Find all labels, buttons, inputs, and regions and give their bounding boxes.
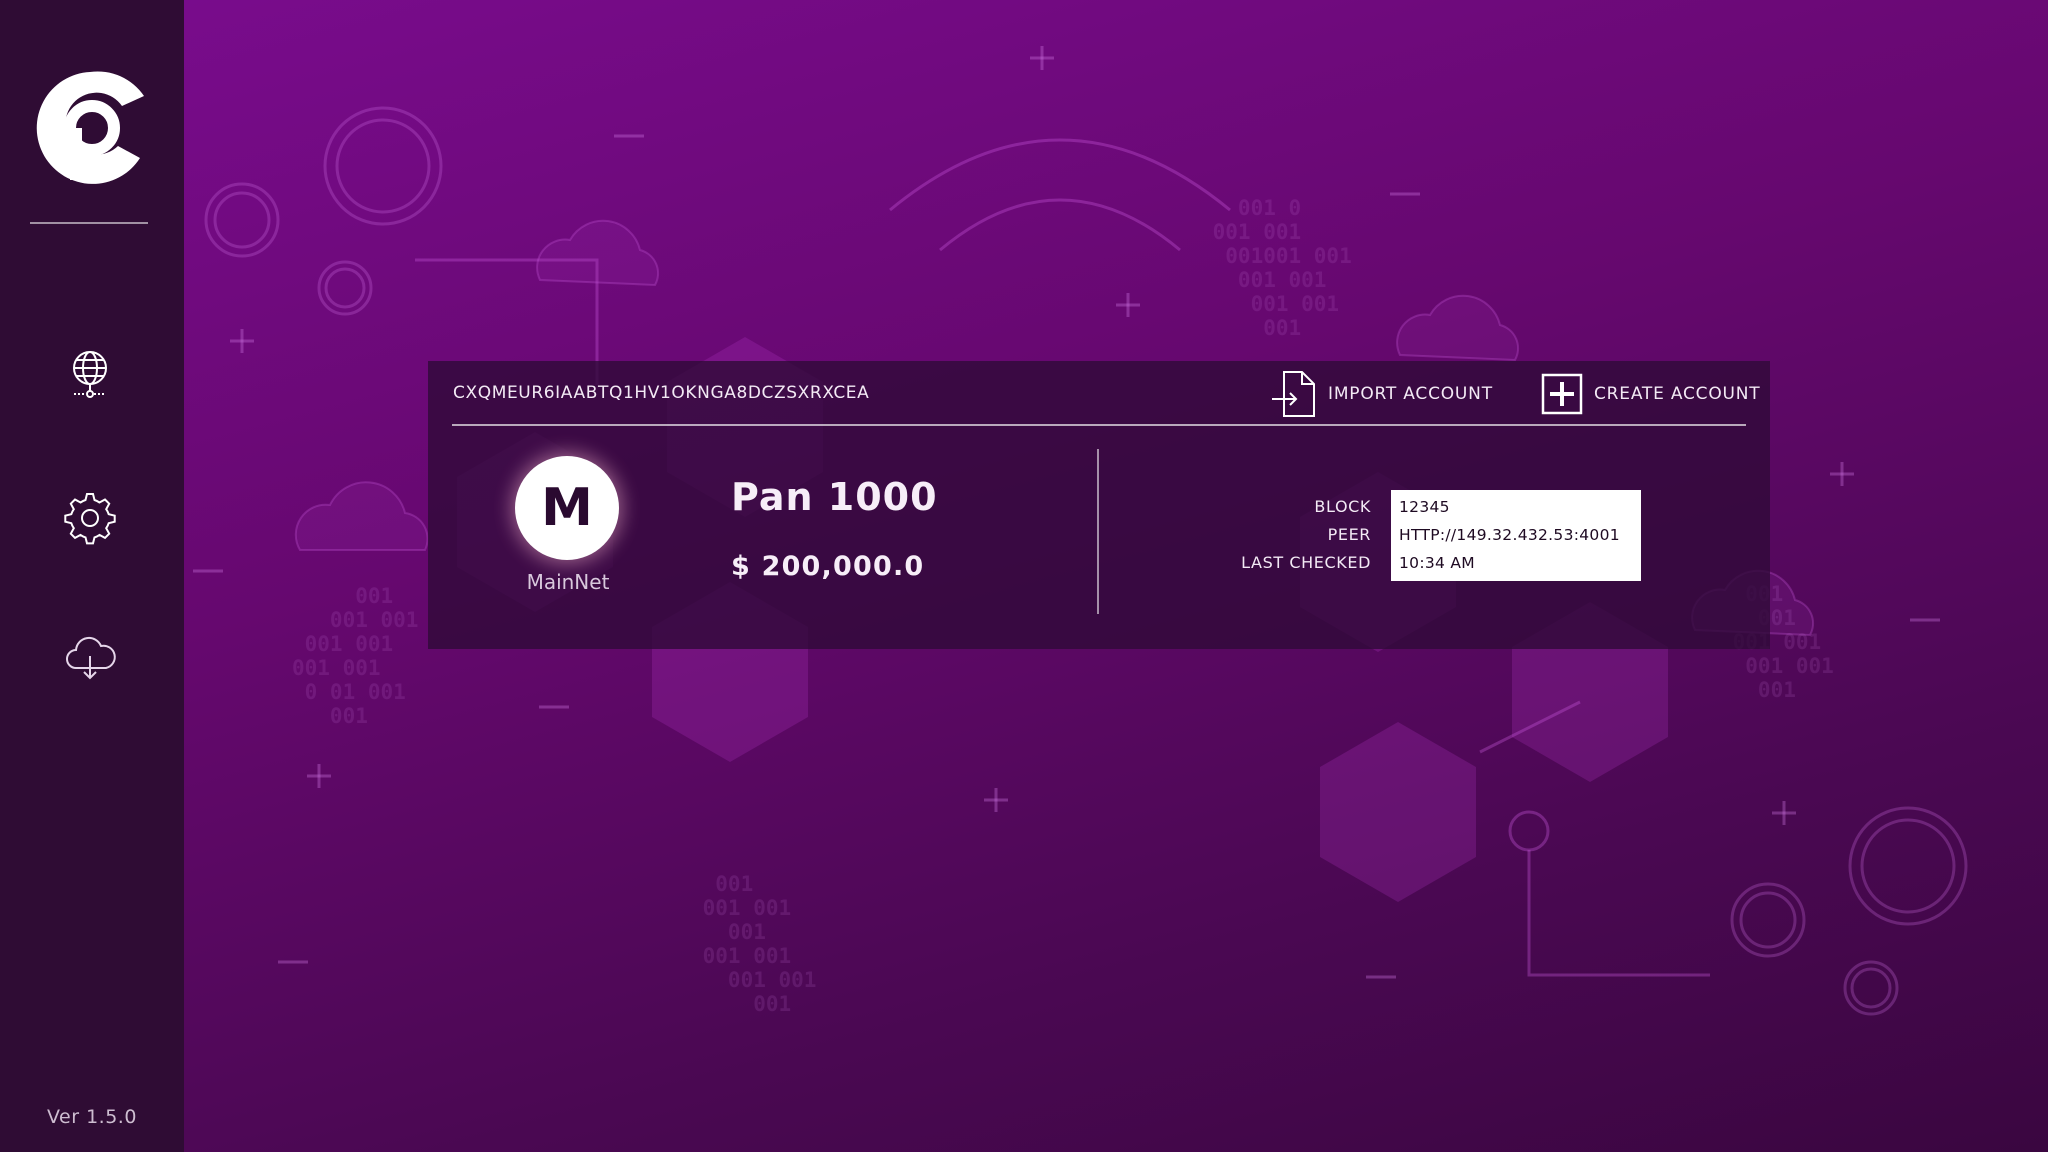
binary-decoration: 001 001 001 001 001 001 001 001 001 (702, 872, 817, 1016)
peer-label: PEER (1327, 525, 1371, 544)
account-address: CXQMEUR6IAABTQ1HV1OKNGA8DCZSXRXCEA (453, 383, 870, 403)
block-label: BLOCK (1314, 497, 1371, 516)
node-info-labels: BLOCK PEER LAST CHECKED (1198, 493, 1371, 577)
cloud-download-icon[interactable] (62, 630, 118, 686)
sidebar: Ver 1.5.0 (0, 0, 184, 1152)
last-checked-label: LAST CHECKED (1241, 553, 1371, 572)
import-account-label: IMPORT ACCOUNT (1328, 384, 1493, 404)
create-account-button[interactable]: CREATE ACCOUNT (1540, 369, 1760, 419)
sidebar-divider (30, 222, 148, 224)
file-import-icon (1272, 371, 1315, 417)
binary-decoration: 001 0 001 001 001001 001 001 001 001 001… (1212, 196, 1352, 340)
plus-square-icon (1541, 373, 1583, 415)
balance-name: Pan 1000 (731, 475, 938, 519)
balance-value: $ 200,000.0 (731, 551, 925, 582)
last-checked-value: 10:34 AM (1399, 554, 1475, 572)
network-avatar: M (515, 456, 619, 560)
block-value: 12345 (1399, 498, 1450, 516)
panel-divider (452, 424, 1746, 426)
create-account-label: CREATE ACCOUNT (1594, 384, 1761, 404)
peer-value: HTTP://149.32.432.53:4001 (1399, 526, 1620, 544)
account-panel: CXQMEUR6IAABTQ1HV1OKNGA8DCZSXRXCEA IMPOR… (428, 361, 1770, 649)
import-account-button[interactable]: IMPORT ACCOUNT (1270, 369, 1493, 419)
binary-decoration: 001 001 001 001 001 001 001 0 01 001 001 (292, 584, 419, 728)
version-label: Ver 1.5.0 (47, 1106, 137, 1128)
p-logo-icon (30, 66, 150, 190)
node-info-box: 12345 HTTP://149.32.432.53:4001 10:34 AM (1391, 490, 1641, 581)
globe-network-icon[interactable] (62, 346, 118, 402)
gear-icon[interactable] (62, 490, 118, 546)
network-name: MainNet (526, 570, 610, 594)
network-initial: M (541, 478, 593, 538)
vertical-divider (1097, 449, 1099, 614)
